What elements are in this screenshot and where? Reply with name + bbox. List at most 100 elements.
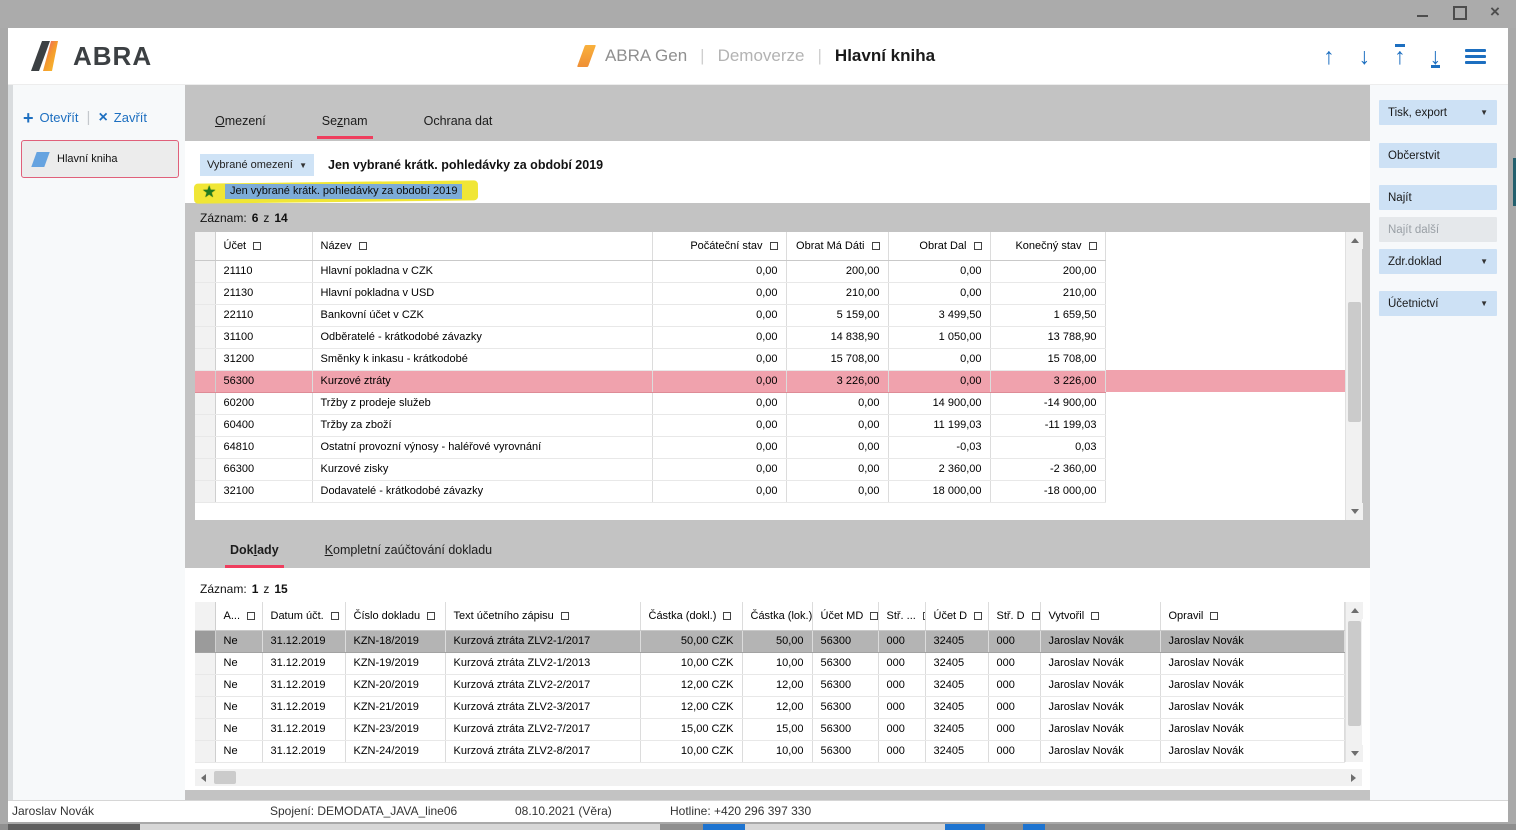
column-filter-box-icon[interactable]	[770, 242, 778, 250]
table-row[interactable]: 22110Bankovní účet v CZK0,005 159,003 49…	[195, 304, 1345, 326]
column-filter-box-icon[interactable]	[427, 612, 435, 620]
horizontal-scrollbar[interactable]	[195, 769, 1362, 786]
column-header[interactable]: Stř. D	[988, 602, 1040, 630]
column-header[interactable]: Opravil	[1160, 602, 1345, 630]
column-header[interactable]: Účet MD	[812, 602, 878, 630]
table-row[interactable]: Ne31.12.2019KZN-19/2019Kurzová ztráta ZL…	[195, 652, 1345, 674]
table-row[interactable]: 64810Ostatní provozní výnosy - haléřové …	[195, 436, 1345, 458]
column-filter-box-icon[interactable]	[359, 242, 367, 250]
table-row[interactable]: Ne31.12.2019KZN-23/2019Kurzová ztráta ZL…	[195, 718, 1345, 740]
scroll-up-icon[interactable]	[1346, 232, 1363, 249]
column-header[interactable]: Obrat Má Dáti	[786, 232, 888, 260]
column-filter-box-icon[interactable]	[1210, 612, 1218, 620]
tisk-export-button[interactable]: Tisk, export▼	[1379, 100, 1497, 125]
favorite-filter-item[interactable]: ★ Jen vybrané krátk. pohledávky za obdob…	[200, 181, 1370, 205]
tab-omezeni[interactable]: Omezení	[210, 108, 271, 139]
column-filter-box-icon[interactable]	[247, 612, 255, 620]
open-button[interactable]: + Otevřít	[23, 110, 79, 125]
table-row[interactable]: 60400Tržby za zboží0,000,0011 199,03-11 …	[195, 414, 1345, 436]
maximize-icon[interactable]	[1452, 5, 1466, 19]
table-row[interactable]: Ne31.12.2019KZN-21/2019Kurzová ztráta ZL…	[195, 696, 1345, 718]
column-header[interactable]: A...	[215, 602, 262, 630]
row-indicator	[195, 696, 215, 718]
column-filter-box-icon[interactable]	[723, 612, 731, 620]
row-indicator	[195, 260, 215, 282]
column-header[interactable]: Konečný stav	[990, 232, 1105, 260]
table-row[interactable]: Ne31.12.2019KZN-20/2019Kurzová ztráta ZL…	[195, 674, 1345, 696]
table-cell: KZN-19/2019	[345, 652, 445, 674]
menu-icon[interactable]	[1465, 49, 1486, 64]
column-filter-box-icon[interactable]	[561, 612, 569, 620]
scroll-right-icon[interactable]	[1345, 769, 1362, 786]
tab-ochrana-dat[interactable]: Ochrana dat	[419, 108, 498, 139]
tab-doklady[interactable]: Doklady	[225, 537, 284, 568]
scroll-down-icon[interactable]	[1346, 503, 1363, 520]
column-header[interactable]: Vytvořil	[1040, 602, 1160, 630]
column-filter-box-icon[interactable]	[1091, 612, 1099, 620]
arrow-to-bottom-icon[interactable]: ↓	[1430, 45, 1442, 67]
column-header[interactable]: Obrat Dal	[888, 232, 990, 260]
table-cell: 21130	[215, 282, 312, 304]
table-row[interactable]: Ne31.12.2019KZN-24/2019Kurzová ztráta ZL…	[195, 740, 1345, 762]
column-header[interactable]: Název	[312, 232, 652, 260]
vertical-scrollbar[interactable]	[1345, 602, 1362, 762]
env-name: Demoverze	[718, 46, 805, 66]
scrollbar-thumb[interactable]	[214, 771, 236, 784]
column-header[interactable]: Stř. ...	[878, 602, 925, 630]
scroll-up-icon[interactable]	[1346, 602, 1363, 619]
ob-erstvit-button[interactable]: Občerstvit	[1379, 143, 1497, 168]
naj-t-button[interactable]: Najít	[1379, 185, 1497, 210]
table-row[interactable]: 32100Dodavatelé - krátkodobé závazky0,00…	[195, 480, 1345, 502]
table-row[interactable]: 60200Tržby z prodeje služeb0,000,0014 90…	[195, 392, 1345, 414]
detail-record-counter: Záznam: 1 z 15	[195, 576, 1362, 602]
column-filter-box-icon[interactable]	[974, 242, 982, 250]
column-header[interactable]: Text účetního zápisu	[445, 602, 640, 630]
table-row[interactable]: Ne31.12.2019KZN-18/2019Kurzová ztráta ZL…	[195, 630, 1345, 652]
filter-dropdown[interactable]: Vybrané omezení ▼	[200, 154, 314, 176]
table-cell: 56300	[812, 674, 878, 696]
column-header[interactable]: Datum účt.	[262, 602, 345, 630]
table-row[interactable]: 21130Hlavní pokladna v USD0,00210,000,00…	[195, 282, 1345, 304]
zdr-doklad-button[interactable]: Zdr.doklad▼	[1379, 249, 1497, 274]
column-header[interactable]: Účet D	[925, 602, 988, 630]
vertical-scrollbar[interactable]	[1345, 232, 1362, 520]
column-filter-box-icon[interactable]	[870, 612, 878, 620]
etnictv-button[interactable]: Účetnictví▼	[1379, 291, 1497, 316]
table-cell: Ostatní provozní výnosy - haléřové vyrov…	[312, 436, 652, 458]
sidebar-item-hlavni-kniha[interactable]: Hlavní kniha	[21, 140, 179, 178]
column-filter-box-icon[interactable]	[1032, 612, 1040, 620]
minimize-icon[interactable]	[1416, 5, 1430, 19]
arrow-up-icon[interactable]: ↑	[1323, 45, 1335, 67]
column-filter-box-icon[interactable]	[331, 612, 339, 620]
column-header[interactable]: Účet	[215, 232, 312, 260]
tab-kompletni-zauctovani[interactable]: Kompletní zaúčtování dokladu	[320, 537, 497, 568]
scrollbar-thumb[interactable]	[1348, 621, 1361, 726]
scroll-left-icon[interactable]	[195, 769, 212, 786]
column-header[interactable]: Částka (lok.)	[742, 602, 812, 630]
table-cell: 2 360,00	[888, 458, 990, 480]
column-filter-box-icon[interactable]	[253, 242, 261, 250]
scroll-down-icon[interactable]	[1346, 745, 1363, 762]
tab-seznam[interactable]: Seznam	[317, 108, 373, 139]
table-row[interactable]: 21110Hlavní pokladna v CZK0,00200,000,00…	[195, 260, 1345, 282]
column-filter-box-icon[interactable]	[974, 612, 982, 620]
arrow-down-icon[interactable]: ↓	[1359, 45, 1371, 67]
scrollbar-thumb[interactable]	[1348, 302, 1361, 422]
table-cell: 66300	[215, 458, 312, 480]
column-header[interactable]: Číslo dokladu	[345, 602, 445, 630]
row-indicator	[195, 436, 215, 458]
column-header[interactable]: Částka (dokl.)	[640, 602, 742, 630]
column-header[interactable]: Počáteční stav	[652, 232, 786, 260]
table-row[interactable]: 31100Odběratelé - krátkodobé závazky0,00…	[195, 326, 1345, 348]
table-row[interactable]: 66300Kurzové zisky0,000,002 360,00-2 360…	[195, 458, 1345, 480]
close-icon[interactable]: ×	[1488, 5, 1502, 19]
table-row[interactable]: 56300Kurzové ztráty0,003 226,000,003 226…	[195, 370, 1345, 392]
column-filter-box-icon[interactable]	[1089, 242, 1097, 250]
table-cell: 0,00	[786, 392, 888, 414]
close-book-button[interactable]: × Zavřít	[98, 110, 147, 125]
window-titlebar: ×	[0, 0, 1516, 28]
divider: |	[87, 109, 91, 126]
column-filter-box-icon[interactable]	[872, 242, 880, 250]
table-row[interactable]: 31200Směnky k inkasu - krátkodobé0,0015 …	[195, 348, 1345, 370]
arrow-to-top-icon[interactable]: ↑	[1394, 45, 1406, 67]
